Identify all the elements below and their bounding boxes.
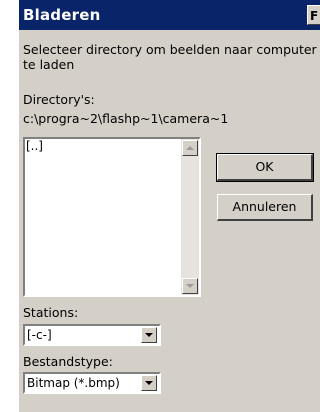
scroll-down-arrow-icon: [186, 284, 194, 288]
filetype-select[interactable]: Bitmap (*.bmp): [23, 372, 161, 394]
drive-dropdown-button[interactable]: [141, 327, 157, 343]
filetype-dropdown-button[interactable]: [141, 375, 157, 391]
browse-dialog: Bladeren F Selecteer directory om beelde…: [18, 0, 320, 412]
drive-select-value: [-c-]: [27, 328, 52, 342]
scroll-down-button[interactable]: [182, 278, 198, 294]
scroll-up-button[interactable]: [182, 140, 198, 156]
instruction-line-1: Selecteer directory om beelden naar comp…: [23, 42, 317, 57]
current-path: c:\progra~2\flashp~1\camera~1: [23, 111, 229, 126]
directory-scrollbar[interactable]: [181, 139, 199, 295]
chevron-down-icon: [145, 333, 153, 337]
directory-list[interactable]: [..]: [23, 137, 201, 297]
instruction-line-2: te laden: [23, 57, 75, 72]
cancel-button[interactable]: Annuleren: [217, 194, 313, 221]
drives-label: Stations:: [23, 305, 79, 320]
filetype-select-value: Bitmap (*.bmp): [27, 376, 120, 390]
close-icon: F: [310, 9, 319, 23]
filetype-label: Bestandstype:: [23, 354, 113, 369]
chevron-down-icon: [145, 381, 153, 385]
close-button[interactable]: F: [307, 5, 320, 25]
directories-label: Directory's:: [23, 92, 95, 107]
drive-select[interactable]: [-c-]: [23, 324, 161, 346]
title-bar[interactable]: Bladeren F: [19, 0, 320, 30]
list-item[interactable]: [..]: [26, 139, 43, 153]
dialog-title: Bladeren: [23, 6, 101, 24]
scroll-up-arrow-icon: [186, 146, 194, 150]
ok-button[interactable]: OK: [216, 153, 314, 182]
